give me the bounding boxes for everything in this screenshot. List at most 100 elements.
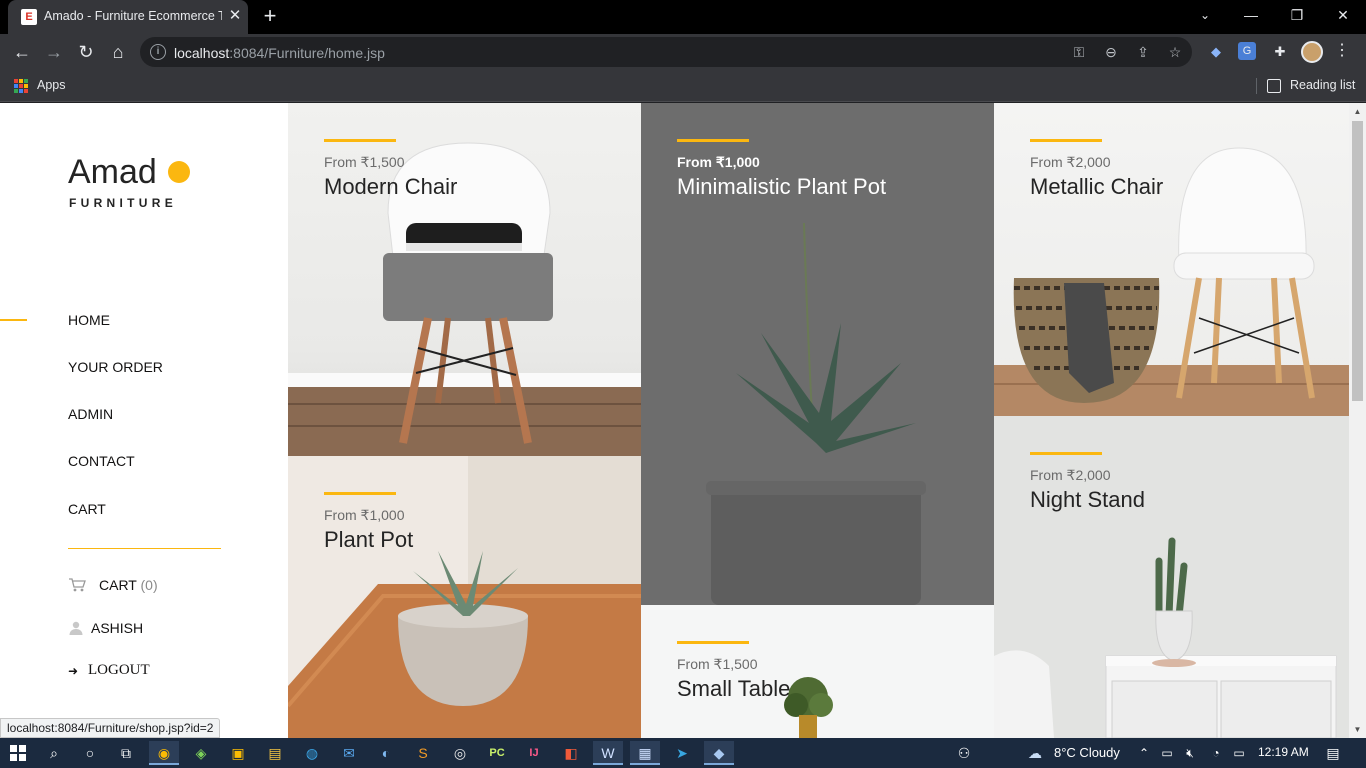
- extension-cube-icon[interactable]: ◆: [1206, 42, 1226, 62]
- back-icon[interactable]: ←: [9, 39, 35, 65]
- chrome-taskbar-icon[interactable]: ◉: [149, 741, 179, 765]
- cortana-icon[interactable]: ○: [75, 741, 105, 765]
- cart-count: (0): [140, 577, 158, 593]
- minimize-icon[interactable]: —: [1228, 2, 1274, 30]
- people-icon[interactable]: ⚇: [949, 741, 979, 765]
- nav-cart[interactable]: CART: [68, 501, 106, 517]
- translate-icon[interactable]: G: [1238, 42, 1256, 60]
- product-tile-minimalistic-plant-pot[interactable]: From ₹1,000 Minimalistic Plant Pot: [641, 103, 994, 605]
- nav-home[interactable]: HOME: [68, 312, 110, 328]
- notepad-taskbar-icon[interactable]: ▦: [630, 741, 660, 765]
- extensions-puzzle-icon[interactable]: ✚: [1270, 42, 1290, 62]
- clock-time[interactable]: 12:19 AM: [1258, 745, 1309, 759]
- product-tile-metallic-chair[interactable]: From ₹2,000 Metallic Chair: [994, 103, 1349, 416]
- user-name[interactable]: ASHISH: [91, 620, 143, 636]
- tab-search-icon[interactable]: ⌄: [1182, 2, 1228, 30]
- product-price: From ₹1,500: [677, 656, 758, 672]
- logout-icon: ➜: [68, 664, 79, 678]
- bookmark-star-icon[interactable]: ☆: [1164, 42, 1186, 62]
- zoom-icon[interactable]: ⊖: [1100, 42, 1122, 62]
- browser-menu-icon[interactable]: ⋮: [1334, 40, 1350, 64]
- product-tile-night-stand[interactable]: From ₹2,000 Night Stand: [994, 416, 1349, 738]
- store-taskbar-icon[interactable]: ▣: [223, 741, 253, 765]
- apps-grid-icon[interactable]: [14, 79, 28, 93]
- accent-line: [324, 139, 396, 142]
- forward-icon[interactable]: →: [41, 39, 67, 65]
- windows-start-icon[interactable]: [3, 741, 33, 765]
- product-name[interactable]: Small Table: [677, 676, 790, 702]
- product-tile-modern-chair[interactable]: From ₹1,500 Modern Chair: [288, 103, 641, 456]
- product-price: From ₹2,000: [1030, 467, 1111, 483]
- accent-line: [1030, 139, 1102, 142]
- site-logo[interactable]: Amad FURNITURE: [68, 153, 228, 213]
- browser-toolbar: ← → ↻ ⌂ i localhost:8084/Furniture/home.…: [0, 34, 1366, 70]
- scroll-up-icon[interactable]: ▲: [1349, 103, 1366, 120]
- accent-line: [677, 139, 749, 142]
- cart-label: CART: [99, 577, 137, 593]
- sidebar-divider: [68, 548, 221, 549]
- browser-tab[interactable]: E Amado - Furniture Ecommerce Te ✕: [8, 0, 248, 34]
- product-name[interactable]: Plant Pot: [324, 527, 413, 553]
- reload-icon[interactable]: ↻: [73, 39, 99, 65]
- weather-text[interactable]: 8°C Cloudy: [1054, 745, 1120, 760]
- bookmarks-bar: Apps Reading list: [0, 70, 1366, 102]
- window-close-icon[interactable]: ✕: [1320, 2, 1366, 30]
- metallic-chair-image: [994, 147, 1349, 416]
- web-page: Amad FURNITURE HOME YOUR ORDER ADMIN CON…: [0, 103, 1366, 738]
- page-scrollbar[interactable]: ▲ ▼: [1349, 103, 1366, 738]
- virtualbox-taskbar-icon[interactable]: ◆: [704, 741, 734, 765]
- close-tab-icon[interactable]: ✕: [226, 7, 244, 25]
- scroll-thumb[interactable]: [1352, 121, 1363, 401]
- apps-bookmark[interactable]: Apps: [37, 78, 66, 92]
- home-icon[interactable]: ⌂: [105, 39, 131, 65]
- app-taskbar-icon[interactable]: ◐: [371, 741, 401, 765]
- sidebar: Amad FURNITURE HOME YOUR ORDER ADMIN CON…: [0, 103, 288, 738]
- key-icon[interactable]: ⚿: [1068, 42, 1090, 62]
- cart-link[interactable]: CART (0): [99, 577, 158, 593]
- bookmark-divider: [1256, 78, 1257, 94]
- notification-icon[interactable]: ▤: [1318, 741, 1348, 765]
- product-name[interactable]: Metallic Chair: [1030, 174, 1163, 200]
- bluestacks-taskbar-icon[interactable]: ◈: [186, 741, 216, 765]
- logout-link[interactable]: LOGOUT: [88, 662, 150, 679]
- battery-icon[interactable]: ▭: [1224, 741, 1254, 765]
- nav-admin[interactable]: ADMIN: [68, 406, 113, 422]
- reading-list-icon[interactable]: [1267, 79, 1281, 93]
- product-tile-plant-pot[interactable]: From ₹1,000 Plant Pot: [288, 456, 641, 738]
- profile-avatar[interactable]: [1301, 41, 1323, 63]
- restore-icon[interactable]: ❐: [1274, 2, 1320, 30]
- reading-list-button[interactable]: Reading list: [1290, 78, 1355, 92]
- obs-taskbar-icon[interactable]: ◎: [445, 741, 475, 765]
- cart-icon: [68, 577, 86, 593]
- tab-strip: E Amado - Furniture Ecommerce Te ✕ + ⌄ —…: [0, 0, 1366, 34]
- new-tab-icon[interactable]: +: [258, 5, 282, 29]
- night-stand-image: [994, 537, 1337, 738]
- telegram-taskbar-icon[interactable]: ➤: [667, 741, 697, 765]
- share-icon[interactable]: ⇪: [1132, 42, 1154, 62]
- sublime-taskbar-icon[interactable]: S: [408, 741, 438, 765]
- site-info-icon[interactable]: i: [150, 44, 166, 60]
- logo-dot-icon: [168, 161, 190, 183]
- nav-your-order[interactable]: YOUR ORDER: [68, 359, 163, 375]
- logo-wordmark: Amad: [68, 153, 157, 191]
- task-view-icon[interactable]: ⧉: [111, 741, 141, 765]
- file-explorer-taskbar-icon[interactable]: ▤: [260, 741, 290, 765]
- pycharm-taskbar-icon[interactable]: PC: [482, 741, 512, 765]
- scroll-down-icon[interactable]: ▼: [1349, 721, 1366, 738]
- address-bar[interactable]: i localhost:8084/Furniture/home.jsp ⚿ ⊖ …: [140, 37, 1192, 67]
- git-taskbar-icon[interactable]: ◧: [556, 741, 586, 765]
- intellij-taskbar-icon[interactable]: IJ: [519, 741, 549, 765]
- product-name[interactable]: Night Stand: [1030, 487, 1145, 513]
- product-name[interactable]: Minimalistic Plant Pot: [677, 174, 886, 200]
- word-taskbar-icon[interactable]: W: [593, 741, 623, 765]
- product-name[interactable]: Modern Chair: [324, 174, 457, 200]
- mail-taskbar-icon[interactable]: ✉: [334, 741, 364, 765]
- product-tile-small-table[interactable]: From ₹1,500 Small Table: [641, 605, 994, 738]
- nav-contact[interactable]: CONTACT: [68, 453, 135, 469]
- search-icon[interactable]: ⌕: [39, 741, 69, 765]
- cloud-icon: ☁: [1028, 745, 1042, 761]
- plant-pot-image: [288, 456, 641, 738]
- url-text[interactable]: localhost:8084/Furniture/home.jsp: [174, 45, 385, 61]
- edge-taskbar-icon[interactable]: ◍: [297, 741, 327, 765]
- nav-active-indicator: [0, 319, 27, 321]
